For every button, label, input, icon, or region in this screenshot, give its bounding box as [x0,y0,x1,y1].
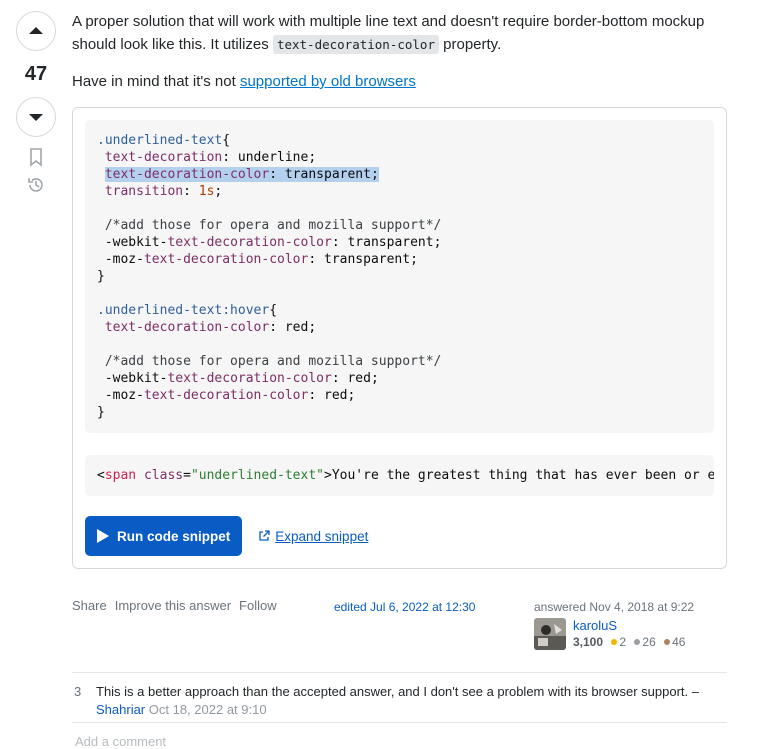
arrow-up-icon [29,27,43,34]
browser-support-link[interactable]: supported by old browsers [240,73,416,90]
answered-time: answered Nov 4, 2018 at 9:22 [534,600,695,614]
comment-date[interactable]: Oct 18, 2022 at 9:10 [149,702,267,717]
avatar-image [534,618,566,650]
comment-user-link[interactable]: Shahriar [96,702,145,717]
vote-cell: 47 [16,11,56,195]
answer-paragraph-1: A proper solution that will work with mu… [72,13,705,54]
answer-paragraph-2: Have in mind that it's not supported by … [72,73,416,90]
html-code-block[interactable]: <span class="underlined-text">You're the… [85,455,714,496]
comment-text: This is a better approach than the accep… [96,684,699,717]
play-icon [97,529,109,543]
comment: 3 This is a better approach than the acc… [72,672,727,719]
upvote-button[interactable] [16,11,56,51]
arrow-down-icon [29,114,43,121]
user-name[interactable]: karoluS [573,618,685,633]
code-snippet: .underlined-text{ text-decoration: under… [72,107,727,569]
css-code-block[interactable]: .underlined-text{ text-decoration: under… [85,120,714,433]
external-link-icon [259,530,270,541]
user-reputation: 3,100 2 26 46 [573,635,686,649]
expand-snippet-link[interactable]: Expand snippet [258,529,368,544]
comment-score: 3 [74,684,82,699]
inline-code: text-decoration-color [272,35,439,54]
improve-answer-link[interactable]: Improve this answer [115,598,231,613]
comment-divider [72,722,727,723]
bookmark-icon[interactable] [26,147,46,167]
share-link[interactable]: Share [72,598,107,613]
answer-body: A proper solution that will work with mu… [72,10,727,569]
user-card: answered Nov 4, 2018 at 9:22 karoluS 3,1… [534,600,734,650]
silver-badge-icon [634,639,641,645]
snippet-actions: Run code snippet Expand snippet [85,516,714,556]
avatar[interactable] [534,618,566,650]
run-code-snippet-button[interactable]: Run code snippet [85,516,243,556]
gold-badge-icon [611,639,618,645]
vote-count: 47 [24,63,48,85]
downvote-button[interactable] [16,97,56,137]
post-menu: Share Improve this answer Follow [72,598,285,613]
follow-link[interactable]: Follow [239,598,277,613]
edited-link[interactable]: edited Jul 6, 2022 at 12:30 [334,600,475,614]
history-icon[interactable] [26,175,46,195]
bronze-badge-icon [664,639,671,645]
